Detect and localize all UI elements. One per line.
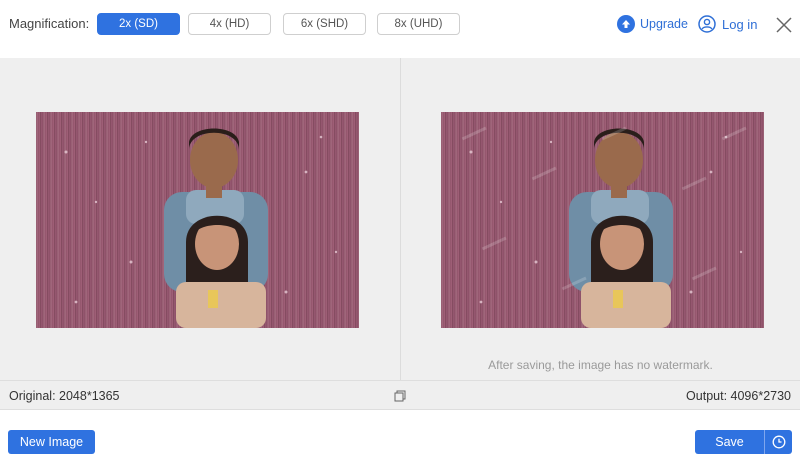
output-image xyxy=(441,112,764,328)
history-button[interactable] xyxy=(765,430,792,454)
login-label: Log in xyxy=(722,16,758,32)
magnification-8x-button[interactable]: 8x (UHD) xyxy=(377,13,460,35)
magnification-4x-button[interactable]: 4x (HD) xyxy=(188,13,271,35)
compare-icon[interactable] xyxy=(394,390,406,402)
user-icon xyxy=(698,15,716,33)
action-bar: New Image Save xyxy=(0,410,800,472)
watermark-note: After saving, the image has no watermark… xyxy=(488,358,713,372)
upgrade-arrow-icon xyxy=(617,15,635,33)
info-bar: Original: 2048*1365 Output: 4096*2730 xyxy=(0,380,800,410)
magnification-2x-button[interactable]: 2x (SD) xyxy=(97,13,180,35)
toolbar: Magnification: 2x (SD) 4x (HD) 6x (SHD) … xyxy=(0,0,800,58)
save-group: Save xyxy=(695,430,792,454)
save-button[interactable]: Save xyxy=(695,430,764,454)
upgrade-label: Upgrade xyxy=(640,17,688,31)
clock-icon xyxy=(772,435,785,449)
preview-divider xyxy=(400,58,401,380)
original-image xyxy=(36,112,359,328)
magnification-label: Magnification: xyxy=(9,16,90,31)
login-link[interactable]: Log in xyxy=(698,14,757,34)
output-resolution: Output: 4096*2730 xyxy=(686,389,791,403)
original-resolution: Original: 2048*1365 xyxy=(9,389,120,403)
magnification-6x-button[interactable]: 6x (SHD) xyxy=(283,13,366,35)
close-icon[interactable] xyxy=(775,16,793,34)
upgrade-link[interactable]: Upgrade xyxy=(617,14,688,34)
new-image-button[interactable]: New Image xyxy=(8,430,95,454)
